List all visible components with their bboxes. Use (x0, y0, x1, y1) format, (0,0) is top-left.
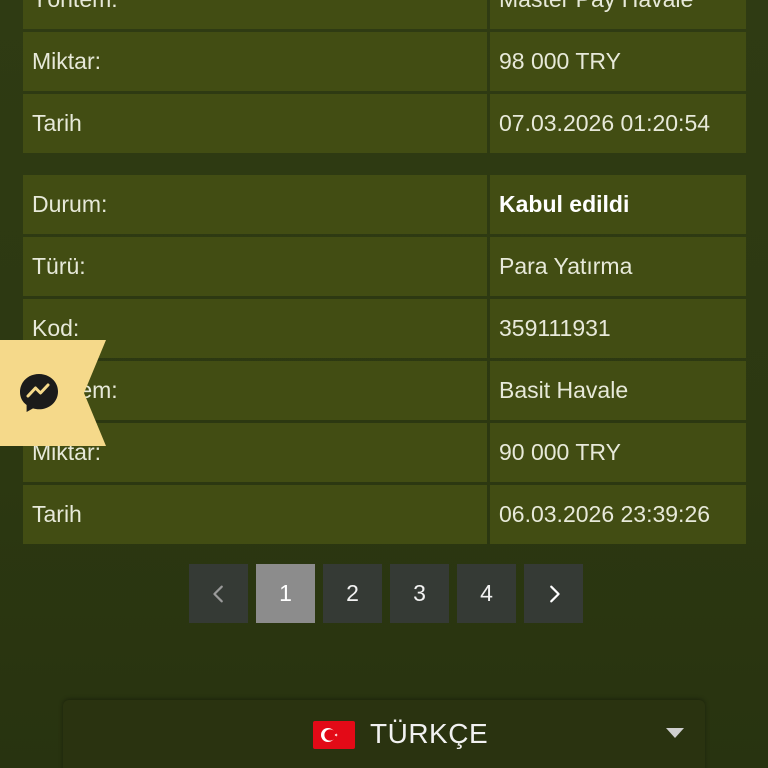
prev-page-button[interactable] (189, 564, 248, 623)
status-value: Kabul edildi (490, 175, 746, 234)
row-value: Basit Havale (490, 361, 746, 420)
table-row: Miktar: 90 000 TRY (23, 423, 746, 482)
messenger-chat-tab[interactable] (0, 340, 106, 446)
language-selector[interactable]: TÜRKÇE (63, 700, 705, 768)
language-label: TÜRKÇE (370, 718, 489, 749)
page-button-1[interactable]: 1 (256, 564, 315, 623)
row-value: 06.03.2026 23:39:26 (490, 485, 746, 544)
row-value: 90 000 TRY (490, 423, 746, 482)
table-row: Tarih 06.03.2026 23:39:26 (23, 485, 746, 544)
transaction-table-1: Yöntem: Master Pay Havale Miktar: 98 000… (23, 0, 746, 156)
caret-down-icon (666, 728, 684, 738)
transaction-history-page: Yöntem: Master Pay Havale Miktar: 98 000… (0, 0, 768, 768)
chevron-left-icon (212, 585, 223, 602)
row-label: Tarih (23, 94, 487, 153)
row-value: 359111931 (490, 299, 746, 358)
page-button-2[interactable]: 2 (323, 564, 382, 623)
chevron-right-icon (549, 585, 560, 602)
page-button-3[interactable]: 3 (390, 564, 449, 623)
row-value: Master Pay Havale (490, 0, 746, 29)
transaction-table-2: Durum: Kabul edildi Türü: Para Yatırma K… (23, 175, 746, 547)
pagination: 1 2 3 4 (189, 564, 583, 623)
row-label: Tarih (23, 485, 487, 544)
row-value: 98 000 TRY (490, 32, 746, 91)
table-row: Yöntem: Master Pay Havale (23, 0, 746, 29)
table-row: Türü: Para Yatırma (23, 237, 746, 296)
table-row: Tarih 07.03.2026 01:20:54 (23, 94, 746, 153)
table-row: Miktar: 98 000 TRY (23, 32, 746, 91)
row-value: 07.03.2026 01:20:54 (490, 94, 746, 153)
messenger-icon (20, 374, 58, 412)
row-label: Yöntem: (23, 0, 487, 29)
table-row: Kod: 359111931 (23, 299, 746, 358)
table-row: Durum: Kabul edildi (23, 175, 746, 234)
row-label: Miktar: (23, 32, 487, 91)
page-button-4[interactable]: 4 (457, 564, 516, 623)
row-value: Para Yatırma (490, 237, 746, 296)
row-label: Durum: (23, 175, 487, 234)
turkey-flag-icon (313, 721, 355, 749)
next-page-button[interactable] (524, 564, 583, 623)
row-label: Türü: (23, 237, 487, 296)
table-row: Yöntem: Basit Havale (23, 361, 746, 420)
